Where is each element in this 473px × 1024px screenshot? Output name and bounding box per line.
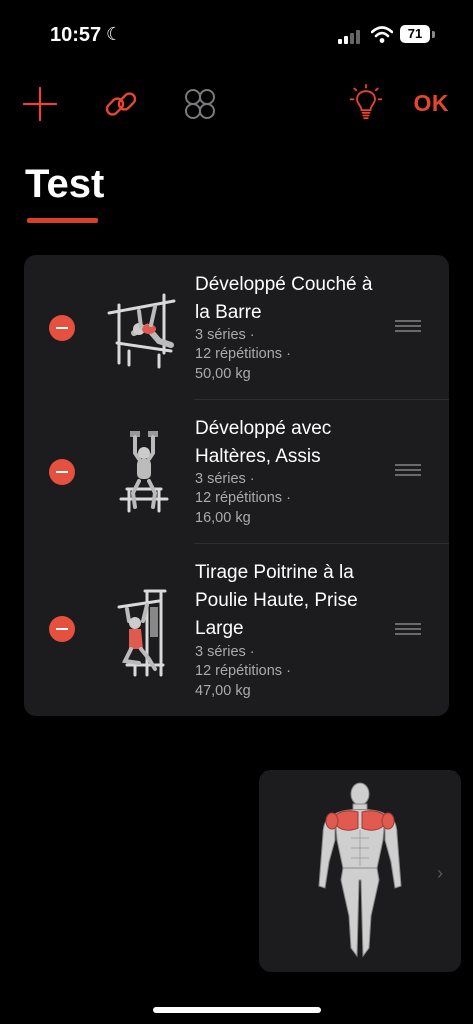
exercise-sets: 3 séries · [195, 644, 255, 660]
minus-circle-icon[interactable] [49, 459, 75, 485]
exercise-row[interactable]: Développé Couché à la Barre 3 séries · 1… [24, 255, 449, 399]
muscle-body-figure [318, 782, 402, 958]
exercise-reps: 12 répétitions · [195, 663, 291, 679]
drag-handle-icon[interactable] [395, 464, 421, 478]
lightbulb-icon[interactable] [348, 84, 384, 120]
exercise-row[interactable]: Tirage Poitrine à la Poulie Haute, Prise… [24, 543, 449, 716]
exercise-name: Développé avec Haltères, Assis [195, 418, 332, 467]
ok-button[interactable]: OK [414, 90, 450, 117]
circuit-icon[interactable] [182, 86, 218, 122]
exercise-list: Développé Couché à la Barre 3 séries · 1… [24, 255, 449, 716]
exercise-weight: 50,00 kg [195, 366, 251, 382]
exercise-thumbnail-lat-pulldown [117, 589, 167, 677]
exercise-sets: 3 séries · [195, 471, 255, 487]
exercise-sets: 3 séries · [195, 327, 255, 343]
page-title: Test [25, 162, 105, 206]
home-indicator[interactable] [153, 1007, 321, 1013]
status-time: 10:57 [50, 24, 102, 46]
battery-icon: 71 [400, 25, 430, 43]
muscle-map-card[interactable]: › [259, 770, 461, 972]
wifi-icon [371, 26, 393, 43]
exercise-row[interactable]: Développé avec Haltères, Assis 3 séries … [24, 399, 449, 543]
minus-circle-icon[interactable] [49, 315, 75, 341]
battery-nub [432, 31, 435, 38]
exercise-reps: 12 répétitions · [195, 490, 291, 506]
exercise-thumbnail-bench-press [107, 293, 176, 369]
minus-circle-icon[interactable] [49, 616, 75, 642]
exercise-weight: 16,00 kg [195, 510, 251, 526]
signal-icon [338, 28, 364, 44]
exercise-thumbnail-seated-dumbbell-press [119, 431, 169, 513]
exercise-reps: 12 répétitions · [195, 346, 291, 362]
exercise-weight: 47,00 kg [195, 683, 251, 699]
drag-handle-icon[interactable] [395, 623, 421, 637]
drag-handle-icon[interactable] [395, 320, 421, 334]
status-bar: 10:57 ☾ 71 [0, 0, 473, 70]
exercise-name: Tirage Poitrine à la Poulie Haute, Prise… [195, 562, 358, 639]
title-underline [27, 218, 98, 223]
link-icon[interactable] [103, 86, 139, 122]
plus-icon[interactable] [22, 86, 58, 122]
chevron-right-icon[interactable]: › [437, 863, 443, 884]
moon-icon: ☾ [106, 24, 123, 44]
exercise-name: Développé Couché à la Barre [195, 274, 373, 323]
